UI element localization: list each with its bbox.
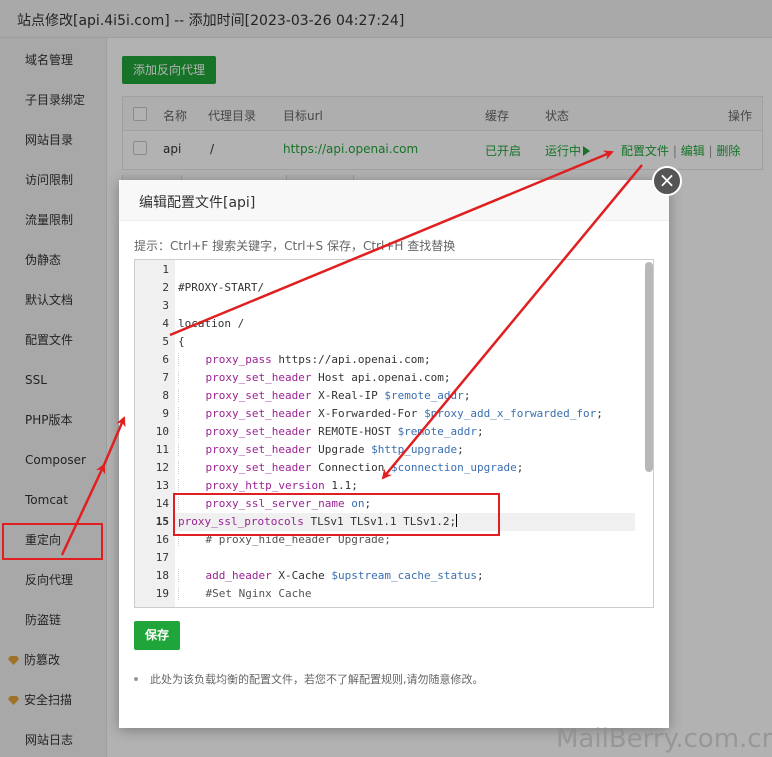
line-number: 7 <box>162 371 169 384</box>
code-text: #Set Nginx Cache <box>178 585 311 603</box>
code-line: 7 proxy_set_header Host api.openai.com; <box>135 369 635 387</box>
code-text: proxy_set_header X-Real-IP $remote_addr; <box>178 387 470 405</box>
line-number: 16 <box>155 533 169 546</box>
code-line: 9 proxy_set_header X-Forwarded-For $prox… <box>135 405 635 423</box>
line-number: 2 <box>162 281 169 294</box>
save-button[interactable]: 保存 <box>134 621 180 650</box>
highlight-box-sidebar <box>2 523 103 560</box>
code-line: 3 <box>135 297 635 315</box>
line-number: 6 <box>162 353 169 366</box>
config-warning-note: 此处为该负载均衡的配置文件，若您不了解配置规则,请勿随意修改。 <box>134 671 484 687</box>
code-line: 2 #PROXY-START/ <box>135 279 635 297</box>
highlight-box-code <box>173 493 500 536</box>
line-number: 11 <box>155 443 169 456</box>
code-text: location / <box>178 317 245 330</box>
code-line: 6 proxy_pass https://api.openai.com; <box>135 351 635 369</box>
code-line: 11 proxy_set_header Upgrade $http_upgrad… <box>135 441 635 459</box>
code-line: 8 proxy_set_header X-Real-IP $remote_add… <box>135 387 635 405</box>
line-number: 4 <box>162 317 169 330</box>
line-number: 14 <box>155 497 169 510</box>
code-line: 12 proxy_set_header Connection $connecti… <box>135 459 635 477</box>
code-text: proxy_set_header X-Forwarded-For $proxy_… <box>178 405 603 423</box>
line-number: 12 <box>155 461 169 474</box>
code-text: proxy_pass https://api.openai.com; <box>178 351 431 369</box>
line-number: 19 <box>155 587 169 600</box>
code-text: add_header X-Cache $upstream_cache_statu… <box>178 567 484 585</box>
line-number: 13 <box>155 479 169 492</box>
modal-title: 编辑配置文件[api] <box>139 195 256 211</box>
edit-config-modal: 编辑配置文件[api] 提示：Ctrl+F 搜索关键字，Ctrl+S 保存，Ct… <box>119 180 669 728</box>
code-line: 10 proxy_set_header REMOTE-HOST $remote_… <box>135 423 635 441</box>
line-number: 10 <box>155 425 169 438</box>
line-number: 1 <box>162 263 169 276</box>
line-number: 15 <box>155 515 169 528</box>
line-number: 9 <box>162 407 169 420</box>
watermark-text: MailBerry.com.cn <box>556 724 772 754</box>
code-line: 19 #Set Nginx Cache <box>135 585 635 603</box>
line-number: 18 <box>155 569 169 582</box>
line-number: 3 <box>162 299 169 312</box>
line-number: 5 <box>162 335 169 348</box>
close-icon[interactable]: × <box>652 166 682 196</box>
code-line: 17 <box>135 549 635 567</box>
shortcut-tip: 提示：Ctrl+F 搜索关键字，Ctrl+S 保存，Ctrl+H 查找替换 <box>134 239 456 253</box>
line-number: 17 <box>155 551 169 564</box>
code-text: { <box>178 335 185 348</box>
modal-header: 编辑配置文件[api] <box>119 180 669 221</box>
code-text: #PROXY-START/ <box>178 281 265 294</box>
bullet-dot <box>134 677 138 681</box>
note-text: 此处为该负载均衡的配置文件，若您不了解配置规则,请勿随意修改。 <box>150 673 484 686</box>
code-text: proxy_set_header REMOTE-HOST $remote_add… <box>178 423 484 441</box>
code-line: 18 add_header X-Cache $upstream_cache_st… <box>135 567 635 585</box>
scrollbar-thumb[interactable] <box>645 262 653 472</box>
code-text: proxy_set_header Upgrade $http_upgrade; <box>178 441 464 459</box>
config-code-editor[interactable]: 1 2 #PROXY-START/3 4 location /5{6 proxy_pas… <box>134 259 654 608</box>
editor-scrollbar[interactable] <box>645 262 653 605</box>
code-text: proxy_set_header Connection $connection_… <box>178 459 523 477</box>
line-number: 8 <box>162 389 169 402</box>
code-text: proxy_set_header Host api.openai.com; <box>178 369 451 387</box>
code-line: 4 location / <box>135 315 635 333</box>
code-line: 1 <box>135 261 635 279</box>
code-line: 5{ <box>135 333 635 351</box>
